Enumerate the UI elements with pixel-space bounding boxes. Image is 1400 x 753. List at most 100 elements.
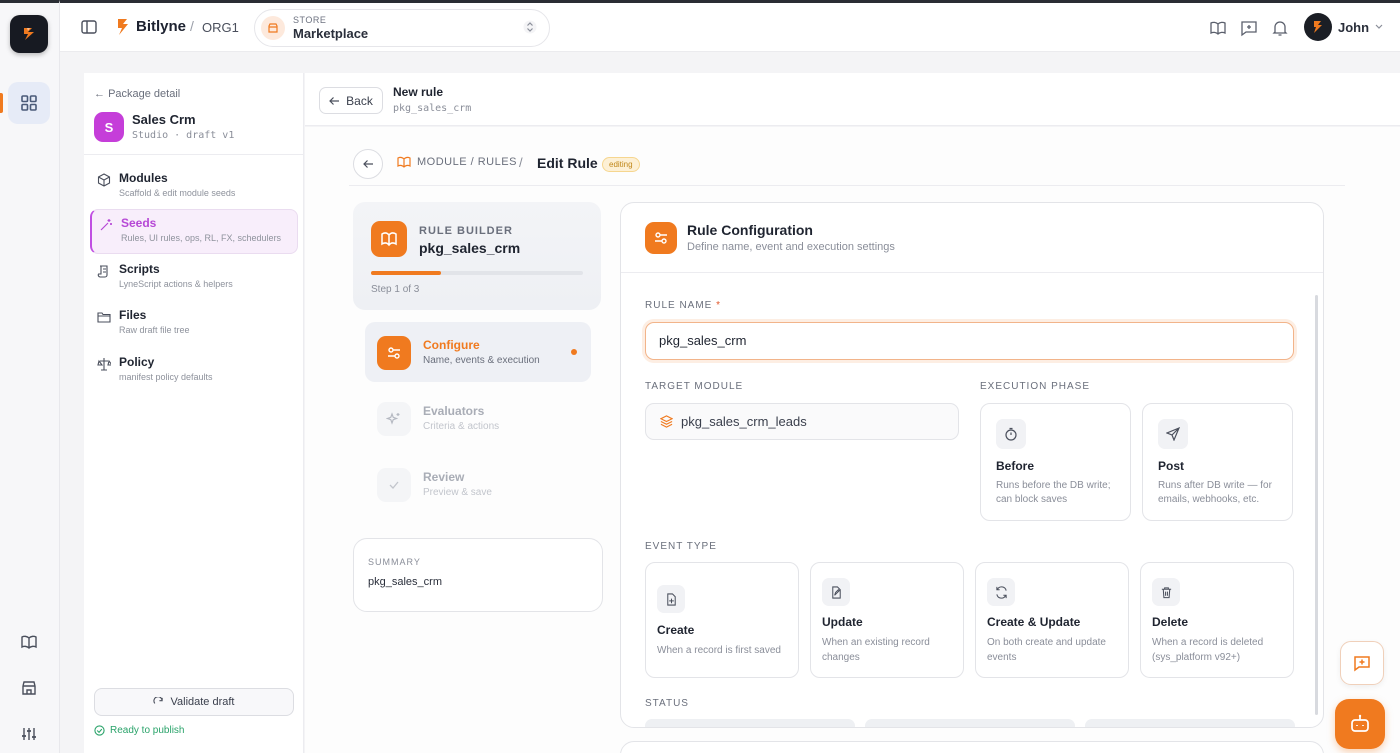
rule-name-label-text: RULE NAME — [645, 300, 713, 311]
package-subtitle: Studio · draft v1 — [132, 130, 235, 141]
event-type-label: EVENT TYPE — [645, 541, 717, 552]
docs-button[interactable] — [16, 629, 42, 655]
status-label: STATUS — [645, 698, 689, 709]
divider — [349, 185, 1345, 186]
robot-icon — [1351, 714, 1369, 732]
package-detail-link[interactable]: ← Package detail — [94, 88, 180, 100]
rule-name-input[interactable]: pkg_sales_crm — [645, 322, 1294, 360]
sparkle-wand-icon — [99, 218, 113, 232]
target-module-label: TARGET MODULE — [645, 381, 744, 392]
top-bar: Bitlyne / ORG1 STORE Marketplace John — [60, 0, 1400, 52]
store-icon — [22, 681, 36, 695]
settings-sliders-button[interactable] — [16, 721, 42, 747]
status-option[interactable] — [865, 719, 1075, 727]
status-option[interactable] — [1085, 719, 1295, 727]
phase-option-post[interactable]: Post Runs after DB write — for emails, w… — [1142, 403, 1293, 521]
feedback-button[interactable] — [1239, 18, 1259, 38]
event-option-update[interactable]: Update When an existing record changes — [810, 562, 964, 678]
feedback-fab[interactable] — [1340, 641, 1384, 685]
store-button[interactable] — [16, 675, 42, 701]
sidebar-item-desc: Scaffold & edit module seeds — [119, 188, 236, 198]
rule-name-label: RULE NAME * — [645, 300, 721, 311]
progress-fill — [371, 271, 441, 275]
notifications-button[interactable] — [1270, 18, 1290, 38]
avatar-mark-icon — [1314, 21, 1322, 33]
event-desc: When a record is deleted (sys_platform v… — [1152, 637, 1264, 663]
event-option-create-update[interactable]: Create & Update On both create and updat… — [975, 562, 1129, 678]
sliders-icon — [22, 728, 36, 740]
rule-configuration-card: Rule Configuration Define name, event an… — [620, 202, 1324, 728]
divider — [84, 154, 304, 155]
summary-card: SUMMARY pkg_sales_crm — [353, 538, 603, 612]
rule-editor: MODULE / RULES / Edit Rule editing RULE … — [305, 127, 1400, 753]
sidebar-item-scripts[interactable]: Scripts LyneScript actions & helpers — [90, 256, 298, 301]
sparkles-icon — [377, 402, 411, 436]
file-edit-icon — [822, 578, 850, 606]
event-title: Create & Update — [987, 615, 1081, 629]
book-open-icon — [371, 221, 407, 257]
step-evaluators[interactable]: Evaluators Criteria & actions — [365, 388, 591, 448]
back-button[interactable]: Back — [319, 87, 383, 114]
org-name[interactable]: ORG1 — [202, 20, 239, 35]
event-desc: When an existing record changes — [822, 637, 930, 663]
event-desc: On both create and update events — [987, 637, 1106, 663]
step-configure[interactable]: Configure Name, events & execution — [365, 322, 591, 382]
rule-builder-label: RULE BUILDER — [419, 225, 513, 237]
apps-grid-button[interactable] — [8, 82, 50, 124]
book-open-icon — [1210, 21, 1226, 35]
sidebar-item-desc: LyneScript actions & helpers — [119, 279, 233, 289]
refresh-icon — [153, 696, 164, 704]
sidebar-item-label: Scripts — [119, 262, 160, 276]
chevron-updown-icon — [523, 20, 537, 34]
message-plus-icon — [1241, 21, 1257, 37]
user-name[interactable]: John — [1338, 20, 1369, 35]
assistant-fab[interactable] — [1335, 699, 1385, 749]
breadcrumb[interactable]: MODULE / RULES — [397, 156, 517, 168]
sidebar-item-seeds[interactable]: Seeds Rules, UI rules, ops, RL, FX, sche… — [90, 209, 298, 254]
brand-separator: / — [190, 18, 194, 34]
phase-option-before[interactable]: Before Runs before the DB write; can blo… — [980, 403, 1131, 521]
step-title: Evaluators — [423, 404, 485, 418]
breadcrumb-current: Edit Rule — [537, 155, 598, 171]
sidebar-toggle-button[interactable] — [80, 18, 98, 36]
app-logo[interactable] — [10, 15, 48, 53]
sidebar-item-files[interactable]: Files Raw draft file tree — [90, 302, 298, 347]
send-icon — [1158, 419, 1188, 449]
scrollbar[interactable] — [1315, 295, 1318, 715]
event-title: Update — [822, 615, 863, 629]
breadcrumb-back-button[interactable] — [353, 149, 383, 179]
brand-name[interactable]: Bitlyne — [136, 18, 186, 35]
step-review[interactable]: Review Preview & save — [365, 454, 591, 514]
phase-title: Before — [996, 459, 1035, 473]
card-title: Rule Configuration — [687, 222, 813, 238]
check-icon — [377, 468, 411, 502]
event-option-create[interactable]: Create When a record is first saved — [645, 562, 799, 678]
status-option[interactable] — [645, 719, 855, 727]
card-header: Rule Configuration Define name, event an… — [621, 203, 1323, 273]
target-module-select[interactable]: pkg_sales_crm_leads — [645, 403, 959, 440]
active-marker — [0, 93, 3, 113]
arrow-left-icon — [362, 160, 373, 168]
store-value: Marketplace — [293, 26, 369, 41]
file-plus-icon — [657, 585, 685, 613]
rule-builder-name: pkg_sales_crm — [419, 240, 521, 256]
sidebar-item-desc: Raw draft file tree — [119, 325, 190, 335]
store-selector[interactable]: STORE Marketplace — [254, 9, 550, 47]
package-name: Sales Crm — [132, 112, 196, 127]
avatar[interactable] — [1304, 13, 1332, 41]
brand-logo-icon — [114, 17, 132, 37]
check-circle-icon — [94, 725, 105, 736]
sidebar-item-label: Seeds — [121, 216, 157, 230]
book-open-icon — [397, 156, 411, 168]
user-menu-chevron-icon[interactable] — [1374, 23, 1384, 31]
page-header: Back New rule pkg_sales_crm — [305, 73, 1400, 126]
settings-toggles-icon — [377, 336, 411, 370]
card-subtitle: Define name, event and execution setting… — [687, 241, 895, 253]
validate-draft-button[interactable]: Validate draft — [94, 688, 294, 716]
sidebar-item-policy[interactable]: Policy manifest policy defaults — [90, 349, 298, 394]
event-option-delete[interactable]: Delete When a record is deleted (sys_pla… — [1140, 562, 1294, 678]
ready-label: Ready to publish — [110, 725, 185, 736]
sidebar-item-desc: Rules, UI rules, ops, RL, FX, schedulers — [121, 233, 282, 243]
sidebar-item-modules[interactable]: Modules Scaffold & edit module seeds — [90, 165, 298, 210]
docs-book-button[interactable] — [1208, 18, 1228, 38]
